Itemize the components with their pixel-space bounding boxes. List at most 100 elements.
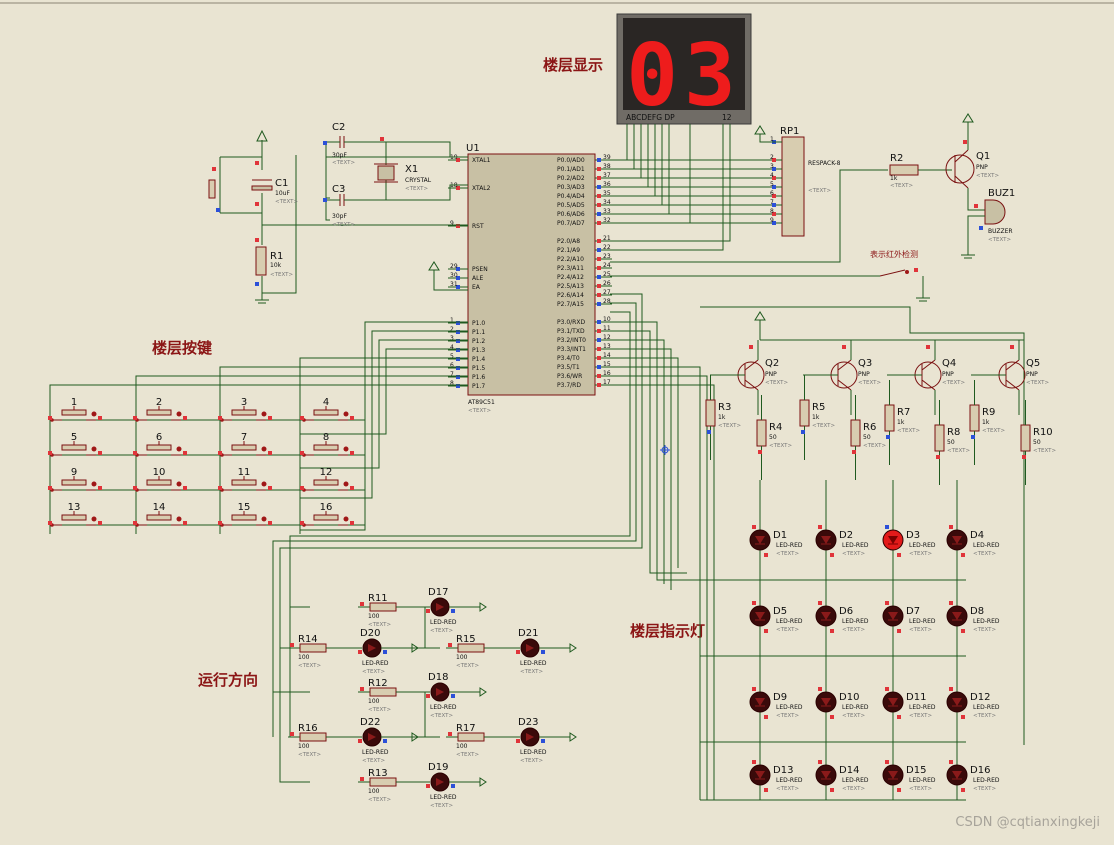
mcu-pin-name: P1.3 xyxy=(472,347,485,354)
transistor-type: PNP xyxy=(765,371,777,378)
keypad-button-8[interactable]: 8 xyxy=(300,432,354,457)
mcu-pin-name: XTAL2 xyxy=(472,185,491,192)
mcu-pin-name: P2.6/A14 xyxy=(557,292,584,299)
driver-transistor-group: Q2 PNP <TEXT> Q3 PNP <TEXT> Q4 PNP <TEXT> Q5 PNP <T… xyxy=(705,340,1056,485)
mcu-pin-name: P1.4 xyxy=(472,356,485,363)
floor-led-type: LED-RED xyxy=(973,777,1000,784)
dir-led-text: <TEXT> xyxy=(430,713,453,719)
resistor-text: <TEXT> xyxy=(769,443,792,449)
keypad-button-label: 4 xyxy=(323,397,329,408)
keypad-button-3[interactable]: 3 xyxy=(218,397,272,422)
transistor-type: PNP xyxy=(1026,371,1038,378)
mcu-pin-num: 10 xyxy=(603,316,611,323)
r1-text: <TEXT> xyxy=(270,272,293,278)
keypad-button-label: 16 xyxy=(320,502,333,513)
resistor-value: 1k xyxy=(718,414,726,421)
mcu-pin-num: 39 xyxy=(603,154,611,161)
mcu-pin-num: 32 xyxy=(603,217,611,224)
mcu-pin-num: 7 xyxy=(450,371,454,378)
keypad-button-label: 14 xyxy=(153,502,166,513)
keypad-button-15[interactable]: 15 xyxy=(218,502,272,527)
buzzer-section: R2 1k <TEXT> Q1 PNP <TEXT> BUZ1 BUZZER <… xyxy=(889,113,1015,259)
keypad-button-10[interactable]: 10 xyxy=(133,467,187,492)
keypad-button-label: 11 xyxy=(238,467,251,478)
floor-led-d10: D10LED-RED <TEXT> xyxy=(815,687,869,719)
resistor-r9: R91k <TEXT> xyxy=(969,380,1005,465)
keypad-button-12[interactable]: 12 xyxy=(300,467,354,492)
keypad-button-11[interactable]: 11 xyxy=(218,467,272,492)
rp1-pin: 5 xyxy=(770,181,782,189)
keypad-button-4[interactable]: 4 xyxy=(300,397,354,422)
dir-led-type: LED-RED xyxy=(520,660,547,667)
rp1-pin: 6 xyxy=(770,190,782,198)
dir-resistor-text: <TEXT> xyxy=(456,752,479,758)
rp1-pin-num: 5 xyxy=(770,181,774,188)
resistor-ref: R3 xyxy=(718,402,731,413)
keypad-button-1[interactable]: 1 xyxy=(48,397,102,422)
dir-led-ref: D20 xyxy=(360,628,380,639)
rp1-pin: 1 xyxy=(770,136,782,144)
floor-led-type: LED-RED xyxy=(776,777,803,784)
mcu-pin-num: 3 xyxy=(450,335,454,342)
floor-led-d5: D5LED-RED <TEXT> xyxy=(749,601,803,633)
c2-text: <TEXT> xyxy=(332,160,355,166)
r2-value: 1k xyxy=(890,175,898,182)
display-pin-label-right: 12 xyxy=(722,113,732,122)
resistor-value: 1k xyxy=(812,414,820,421)
mcu-pin-name: RST xyxy=(472,223,484,230)
floor-led-ref: D16 xyxy=(970,765,990,776)
keypad-button-2[interactable]: 2 xyxy=(133,397,187,422)
dir-resistor-value: 100 xyxy=(368,788,380,795)
floor-led-text: <TEXT> xyxy=(909,786,932,792)
transistor-text: <TEXT> xyxy=(858,380,881,386)
mcu-pin-name: P3.0/RXD xyxy=(557,319,585,326)
mcu-pin-num: 27 xyxy=(603,289,611,296)
resistor-ref: R7 xyxy=(897,407,910,418)
dir-resistor-value: 100 xyxy=(298,743,310,750)
floor-led-type: LED-RED xyxy=(842,704,869,711)
mcu-pin-num: 38 xyxy=(603,163,611,170)
keypad-button-label: 10 xyxy=(153,467,166,478)
resistor-pack-rp1[interactable]: RP1 RESPACK-8 <TEXT> 1 2 3 4 5 6 7 8 9 xyxy=(754,125,841,237)
floor-led-d13: D13LED-RED <TEXT> xyxy=(749,760,803,792)
floor-led-type: LED-RED xyxy=(909,542,936,549)
floor-led-type: LED-RED xyxy=(776,618,803,625)
keypad-button-label: 6 xyxy=(156,432,162,443)
resistor-r7: R71k <TEXT> xyxy=(884,380,920,465)
mcu-pin-name: P0.7/AD7 xyxy=(557,220,585,227)
mcu-pin-num: 13 xyxy=(603,343,611,350)
floor-led-d9: D9LED-RED <TEXT> xyxy=(749,687,803,719)
keypad-button-5[interactable]: 5 xyxy=(48,432,102,457)
keypad-button-7[interactable]: 7 xyxy=(218,432,272,457)
floor-led-ref: D9 xyxy=(773,692,787,703)
floor-led-d16: D16LED-RED <TEXT> xyxy=(946,760,1000,792)
keypad-button-14[interactable]: 14 xyxy=(133,502,187,527)
resistor-r10: R1050 <TEXT> xyxy=(1020,400,1056,485)
resistor-r6: R650 <TEXT> xyxy=(850,395,886,480)
keypad-button-6[interactable]: 6 xyxy=(133,432,187,457)
mcu-pin-name: ALE xyxy=(472,275,483,282)
mcu-pin-num: 30 xyxy=(450,272,458,279)
direction-led-d22: R16 100 <TEXT> D22 LED-RED <TEXT> xyxy=(288,717,419,764)
resistor-text: <TEXT> xyxy=(982,428,1005,434)
keypad-button-13[interactable]: 13 xyxy=(48,502,102,527)
keypad-button-label: 15 xyxy=(238,502,251,513)
c3-value: 30pF xyxy=(332,213,347,220)
mcu-pin-num: 12 xyxy=(603,334,611,341)
floor-led-type: LED-RED xyxy=(909,704,936,711)
ir-detect-switch[interactable]: 表示红外检测 xyxy=(870,249,930,302)
c1-ref: C1 xyxy=(275,178,288,189)
dir-resistor-value: 100 xyxy=(368,613,380,620)
keypad-button-16[interactable]: 16 xyxy=(300,502,354,527)
floor-led-d1: D1LED-RED <TEXT> xyxy=(749,525,803,557)
p0-bus-wires xyxy=(610,124,924,298)
floor-led-text: <TEXT> xyxy=(909,627,932,633)
floor-led-type: LED-RED xyxy=(973,704,1000,711)
mcu-at89c51[interactable]: U1 AT89C51 <TEXT> 19 XTAL118 XTAL29 RST29 PS… xyxy=(448,143,612,414)
cursor-crosshair-icon xyxy=(660,445,670,455)
c1-text: <TEXT> xyxy=(275,199,298,205)
keypad-button-9[interactable]: 9 xyxy=(48,467,102,492)
keypad-button-label: 9 xyxy=(71,467,77,478)
floor-led-ref: D7 xyxy=(906,606,920,617)
dir-led-text: <TEXT> xyxy=(362,669,385,675)
